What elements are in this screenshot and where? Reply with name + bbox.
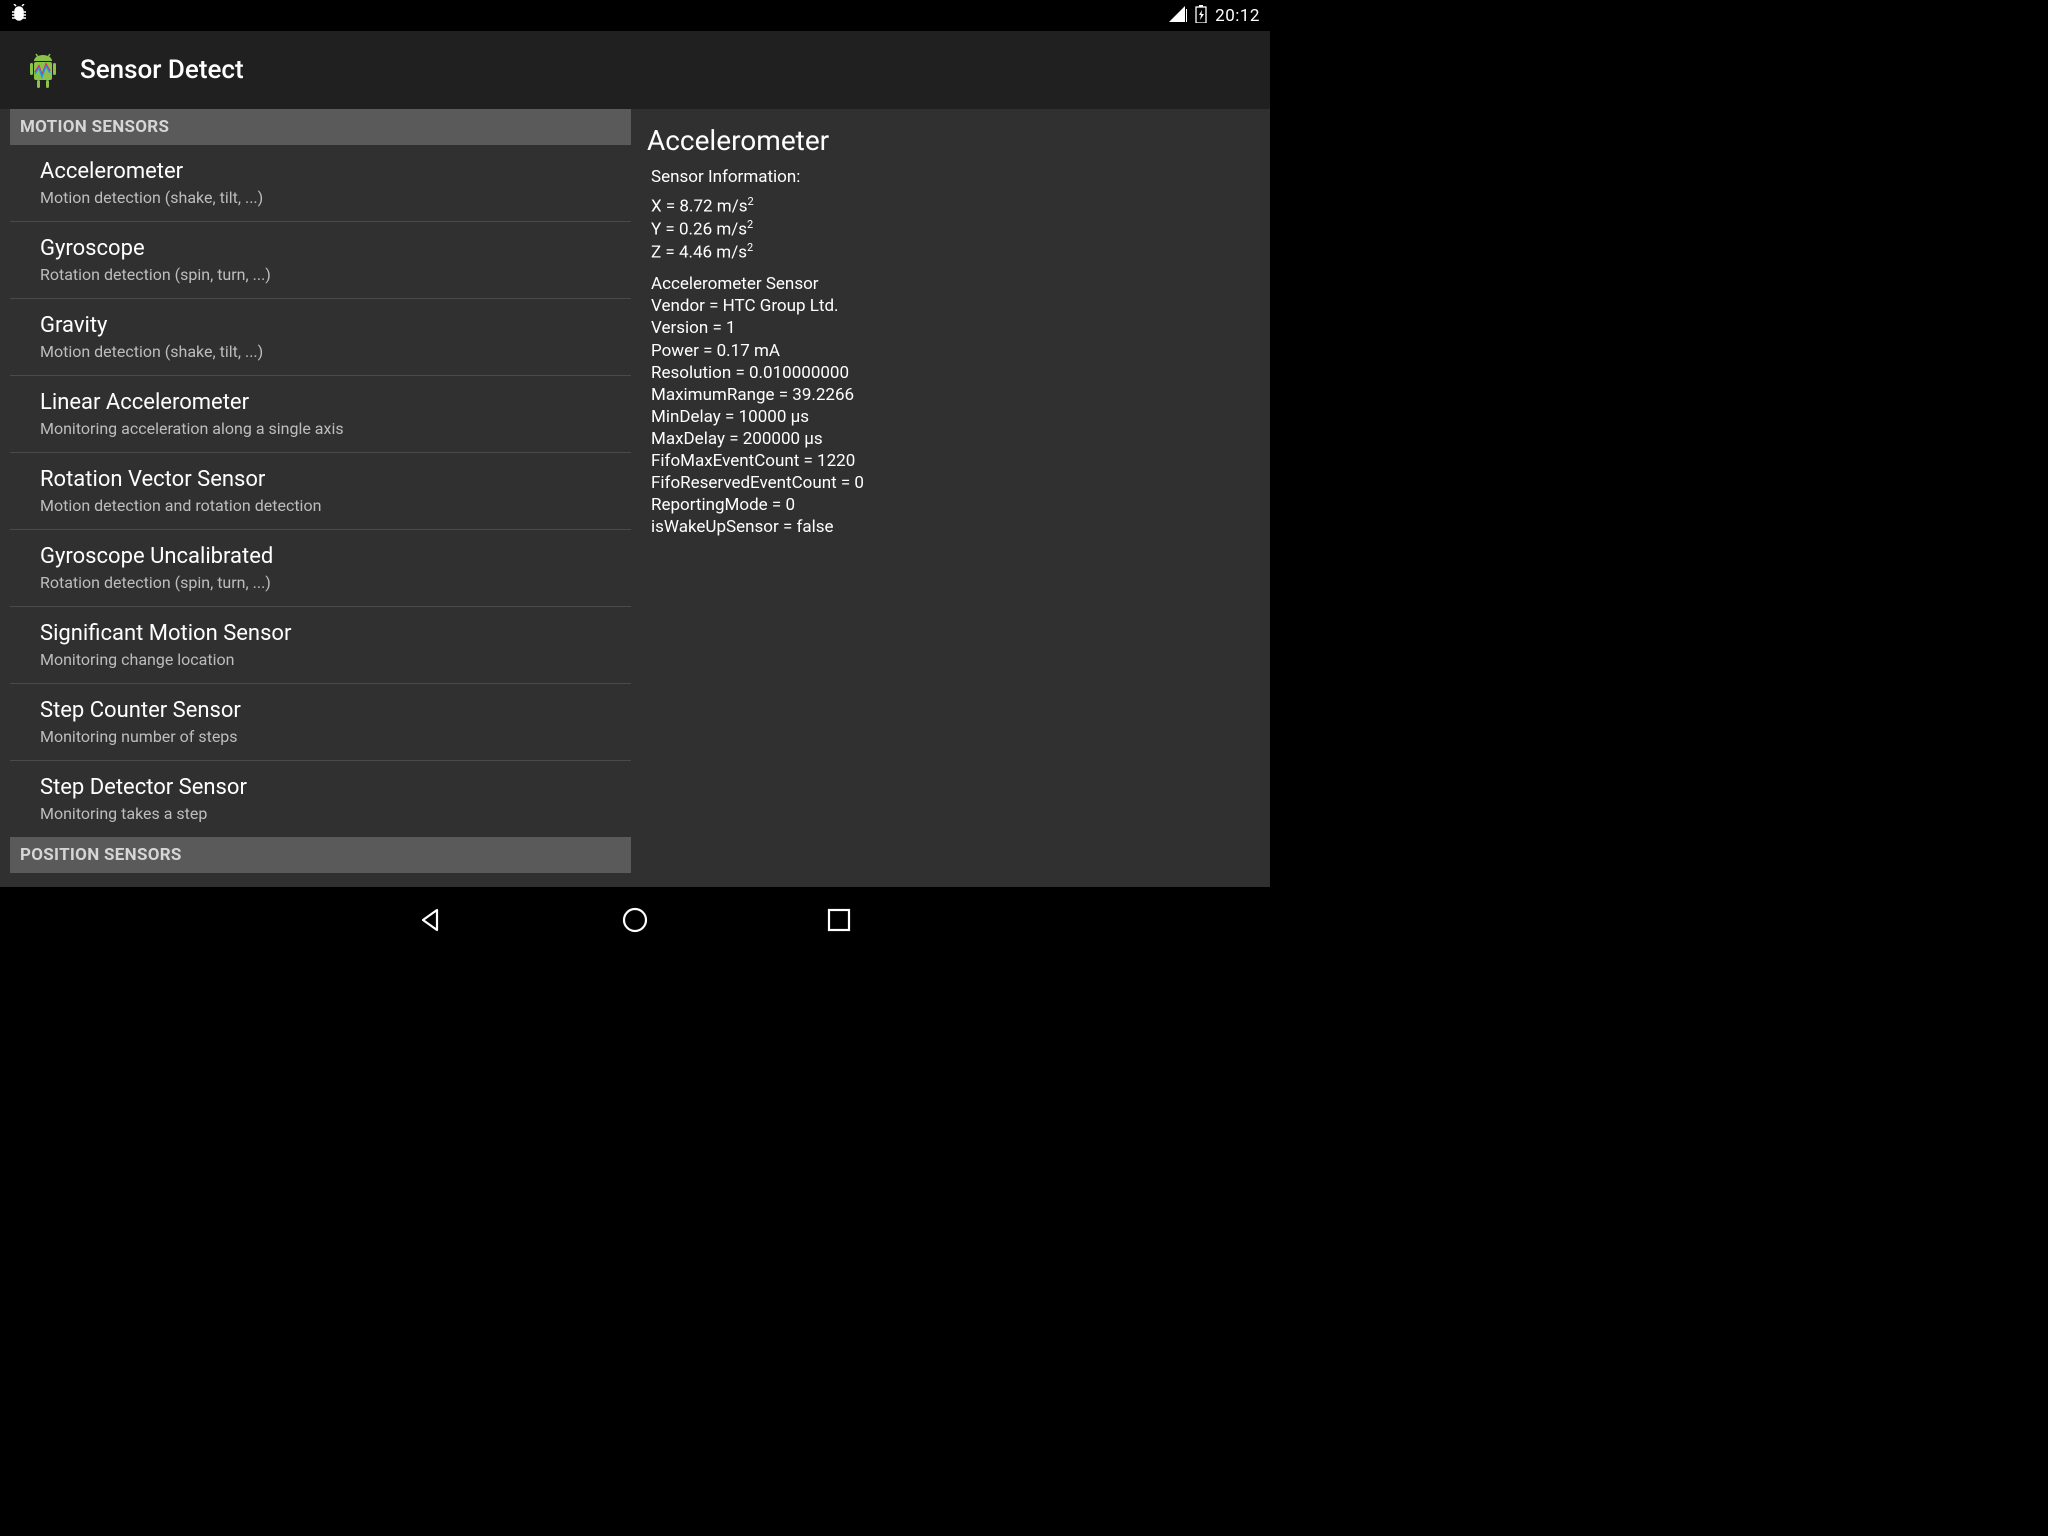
prop-line: MaxDelay = 200000 µs: [651, 428, 1260, 450]
prop-line: Accelerometer Sensor: [651, 273, 1260, 295]
list-item-rotation-vector[interactable]: Rotation Vector Sensor Motion detection …: [10, 453, 631, 530]
status-bar: 20:12: [0, 0, 1270, 31]
list-item-subtitle: Rotation detection (spin, turn, ...): [40, 265, 631, 284]
prop-line: FifoMaxEventCount = 1220: [651, 450, 1260, 472]
list-item-subtitle: Motion detection (shake, tilt, ...): [40, 188, 631, 207]
list-item-title: Gyroscope: [40, 236, 631, 261]
navigation-bar: [0, 887, 1270, 952]
prop-line: Vendor = HTC Group Ltd.: [651, 295, 1260, 317]
prop-line: Resolution = 0.010000000: [651, 362, 1260, 384]
list-item-subtitle: Motion detection (shake, tilt, ...): [40, 342, 631, 361]
list-item-subtitle: Monitoring change location: [40, 650, 631, 669]
list-item-subtitle: Monitoring number of steps: [40, 727, 631, 746]
prop-line: isWakeUpSensor = false: [651, 516, 1260, 538]
app-title: Sensor Detect: [80, 55, 244, 85]
section-header-motion: MOTION SENSORS: [10, 109, 631, 145]
status-time: 20:12: [1215, 6, 1260, 26]
list-item-geomagnetic[interactable]: Geomagnetic Field Sensor Monitoring the …: [10, 873, 631, 887]
prop-line: MaximumRange = 39.2266: [651, 384, 1260, 406]
list-item-title: Step Counter Sensor: [40, 698, 631, 723]
list-item-title: Gyroscope Uncalibrated: [40, 544, 631, 569]
list-item-subtitle: Rotation detection (spin, turn, ...): [40, 573, 631, 592]
back-button[interactable]: [414, 903, 448, 937]
debug-icon: [10, 4, 28, 28]
detail-properties: Accelerometer Sensor Vendor = HTC Group …: [641, 273, 1260, 538]
prop-line: ReportingMode = 0: [651, 494, 1260, 516]
list-item-title: Accelerometer: [40, 159, 631, 184]
reading-y: Y = 0.26 m/s2: [651, 218, 1260, 241]
detail-readings: X = 8.72 m/s2 Y = 0.26 m/s2 Z = 4.46 m/s…: [641, 195, 1260, 263]
list-item-subtitle: Monitoring takes a step: [40, 804, 631, 823]
list-item-accelerometer[interactable]: Accelerometer Motion detection (shake, t…: [10, 145, 631, 222]
reading-z: Z = 4.46 m/s2: [651, 241, 1260, 264]
prop-line: FifoReservedEventCount = 0: [651, 472, 1260, 494]
prop-line: MinDelay = 10000 µs: [651, 406, 1260, 428]
reading-x: X = 8.72 m/s2: [651, 195, 1260, 218]
list-item-gyroscope-uncal[interactable]: Gyroscope Uncalibrated Rotation detectio…: [10, 530, 631, 607]
list-item-title: Rotation Vector Sensor: [40, 467, 631, 492]
prop-line: Version = 1: [651, 317, 1260, 339]
list-item-title: Significant Motion Sensor: [40, 621, 631, 646]
signal-icon: [1169, 6, 1187, 26]
list-item-subtitle: Monitoring acceleration along a single a…: [40, 419, 631, 438]
list-item-subtitle: Motion detection and rotation detection: [40, 496, 631, 515]
detail-title: Accelerometer: [641, 124, 1260, 157]
list-item-gyroscope[interactable]: Gyroscope Rotation detection (spin, turn…: [10, 222, 631, 299]
section-header-position: POSITION SENSORS: [10, 837, 631, 873]
list-item-significant-motion[interactable]: Significant Motion Sensor Monitoring cha…: [10, 607, 631, 684]
app-icon: [20, 47, 66, 93]
list-item-title: Gravity: [40, 313, 631, 338]
content-area: MOTION SENSORS Accelerometer Motion dete…: [0, 109, 1270, 887]
home-button[interactable]: [618, 903, 652, 937]
sensor-list-pane[interactable]: MOTION SENSORS Accelerometer Motion dete…: [0, 109, 631, 887]
list-item-title: Step Detector Sensor: [40, 775, 631, 800]
recents-button[interactable]: [822, 903, 856, 937]
prop-line: Power = 0.17 mA: [651, 340, 1260, 362]
list-item-title: Linear Accelerometer: [40, 390, 631, 415]
detail-pane: Accelerometer Sensor Information: X = 8.…: [631, 109, 1270, 887]
detail-info-label: Sensor Information:: [641, 167, 1260, 187]
list-item-linear-accelerometer[interactable]: Linear Accelerometer Monitoring accelera…: [10, 376, 631, 453]
list-item-gravity[interactable]: Gravity Motion detection (shake, tilt, .…: [10, 299, 631, 376]
list-item-step-counter[interactable]: Step Counter Sensor Monitoring number of…: [10, 684, 631, 761]
battery-charging-icon: [1195, 5, 1207, 27]
app-bar: Sensor Detect: [0, 31, 1270, 109]
list-item-step-detector[interactable]: Step Detector Sensor Monitoring takes a …: [10, 761, 631, 837]
